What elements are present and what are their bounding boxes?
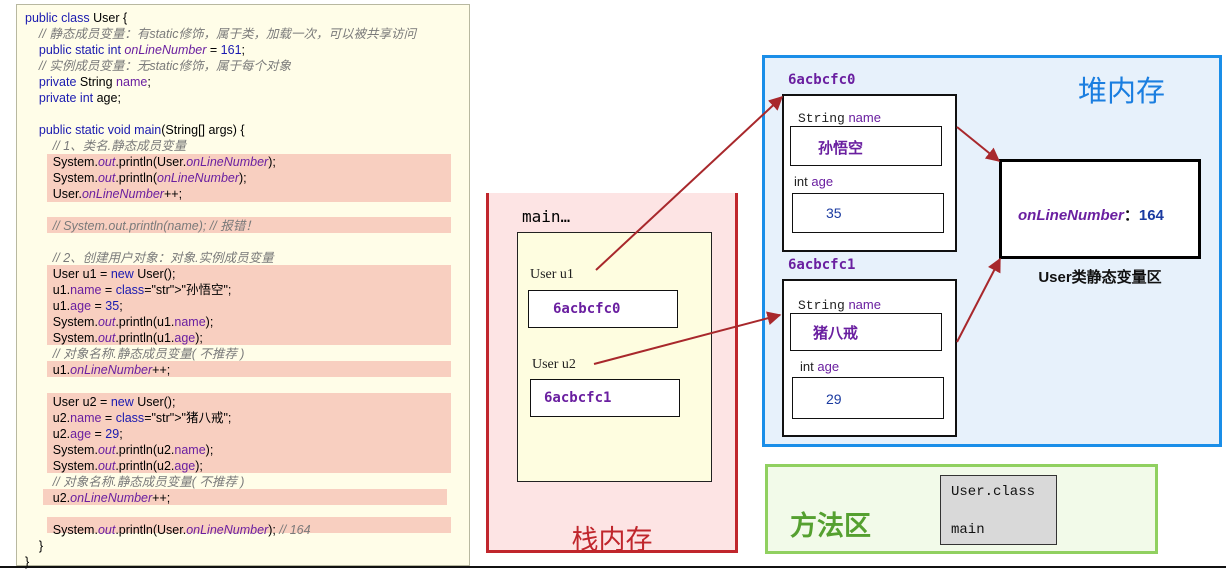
arrow-object-2-to-static — [956, 257, 1001, 343]
arrow-u2-to-object-2 — [593, 311, 782, 365]
arrow-u1-to-object-1 — [595, 96, 784, 271]
arrow-object-1-to-static — [956, 126, 1001, 162]
reference-arrows — [593, 96, 1001, 365]
